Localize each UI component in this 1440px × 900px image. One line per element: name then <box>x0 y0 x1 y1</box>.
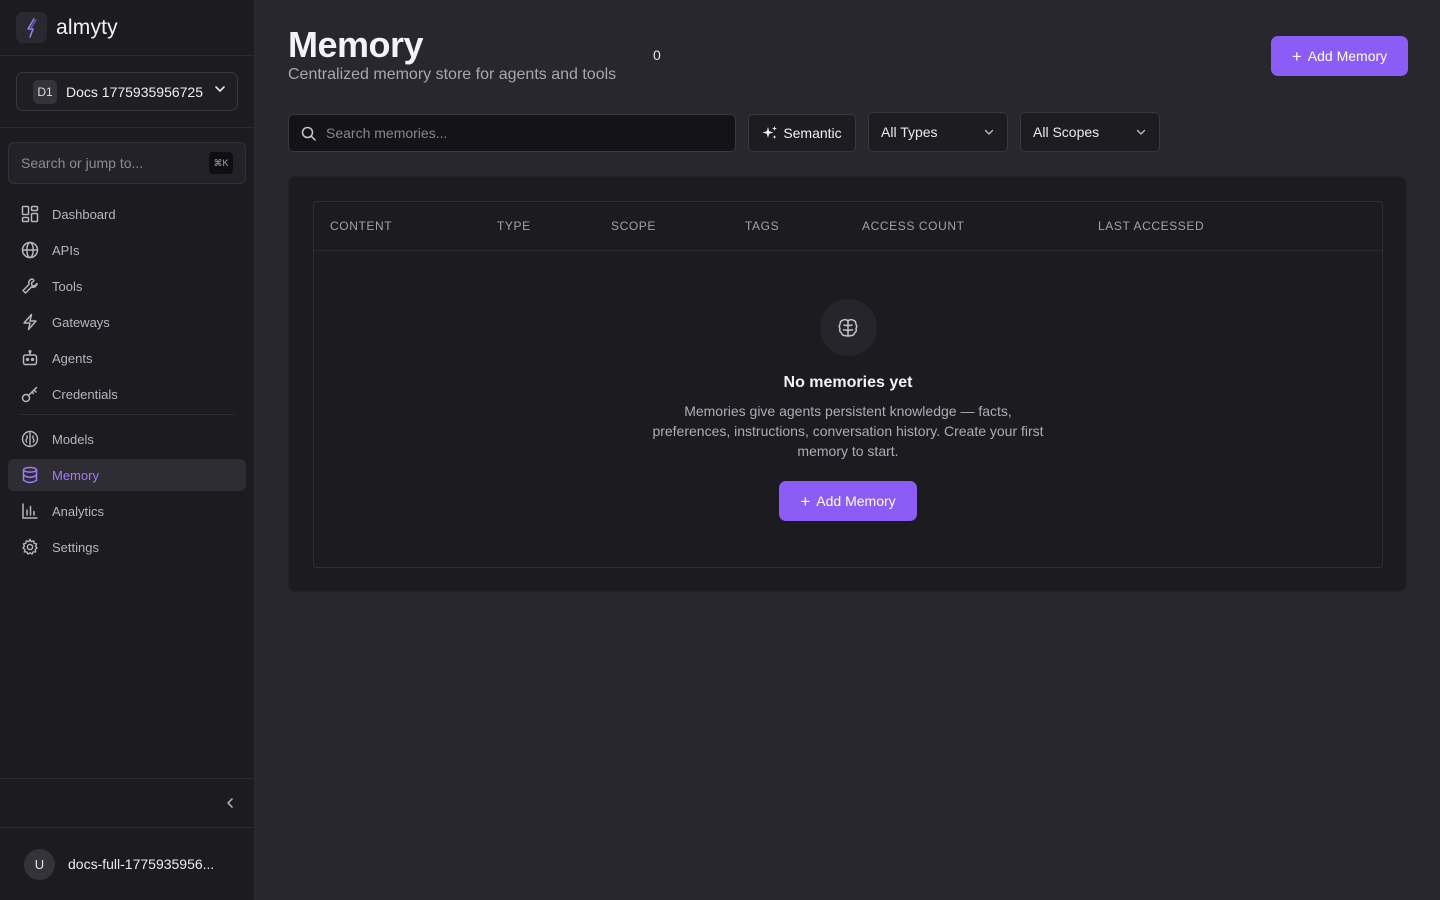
type-filter-value: All Types <box>881 124 938 140</box>
search-input[interactable] <box>326 125 723 141</box>
brain-icon <box>819 299 877 356</box>
shortcut-badge: ⌘K <box>209 152 233 174</box>
main-content: Memory Centralized memory store for agen… <box>255 0 1440 900</box>
sidebar-item-apis[interactable]: APIs <box>8 234 246 266</box>
sidebar: almyty D1 Docs 1775935956725 Search or j… <box>0 0 255 900</box>
sidebar-item-analytics[interactable]: Analytics <box>8 495 246 527</box>
column-header-type[interactable]: TYPE <box>497 219 531 233</box>
sidebar-item-memory[interactable]: Memory <box>8 459 246 491</box>
plus-icon: + <box>1291 46 1302 66</box>
chevron-down-icon <box>983 126 995 138</box>
user-name: docs-full-1775935956... <box>68 856 215 872</box>
memory-panel: CONTENT TYPE SCOPE TAGS ACCESS COUNT LAS… <box>288 176 1407 592</box>
collapse-sidebar-icon[interactable] <box>224 797 236 809</box>
bar-chart-icon <box>20 501 40 521</box>
column-header-content[interactable]: CONTENT <box>330 219 392 233</box>
add-memory-label: Add Memory <box>816 493 896 509</box>
sidebar-item-label: Settings <box>52 539 99 555</box>
sidebar-item-models[interactable]: Models <box>8 423 246 455</box>
sidebar-item-tools[interactable]: Tools <box>8 270 246 302</box>
sidebar-item-label: Analytics <box>52 503 105 519</box>
column-header-access-count[interactable]: ACCESS COUNT <box>862 219 965 233</box>
sidebar-item-label: Agents <box>52 350 93 366</box>
sidebar-item-gateways[interactable]: Gateways <box>8 306 246 338</box>
chevron-down-icon <box>1135 126 1147 138</box>
brand-name: almyty <box>56 15 118 39</box>
filter-toolbar: Semantic All Types All Scopes <box>288 112 1160 152</box>
memory-search <box>288 114 736 152</box>
memory-count: 0 <box>653 47 661 63</box>
org-switcher[interactable]: D1 Docs 1775935956725 <box>16 72 238 111</box>
org-name: Docs 1775935956725 <box>66 83 204 100</box>
chevron-down-icon <box>213 82 227 101</box>
scope-filter-value: All Scopes <box>1033 124 1100 140</box>
column-header-tags[interactable]: TAGS <box>745 219 779 233</box>
sidebar-search[interactable]: Search or jump to... ⌘K <box>8 142 246 184</box>
sidebar-search-placeholder: Search or jump to... <box>21 155 144 171</box>
add-memory-button[interactable]: + Add Memory <box>1271 36 1408 76</box>
memory-table: CONTENT TYPE SCOPE TAGS ACCESS COUNT LAS… <box>313 201 1383 568</box>
column-header-scope[interactable]: SCOPE <box>611 219 656 233</box>
user-menu[interactable]: U docs-full-1775935956... <box>0 828 254 900</box>
table-header: CONTENT TYPE SCOPE TAGS ACCESS COUNT LAS… <box>314 202 1382 251</box>
sidebar-collapse-row <box>0 778 254 828</box>
brand: almyty <box>0 0 254 56</box>
key-icon <box>20 384 40 404</box>
brain-icon <box>20 429 40 449</box>
org-badge: D1 <box>33 79 57 104</box>
gear-icon <box>20 537 40 557</box>
avatar: U <box>24 848 55 880</box>
robot-icon <box>20 348 40 368</box>
sidebar-item-label: Credentials <box>52 386 118 402</box>
semantic-label: Semantic <box>783 125 842 141</box>
plus-icon: + <box>800 491 811 511</box>
globe-icon <box>20 240 40 260</box>
semantic-toggle-button[interactable]: Semantic <box>748 114 856 152</box>
sidebar-item-label: Models <box>52 431 94 447</box>
type-filter-select[interactable]: All Types <box>868 112 1008 152</box>
database-icon <box>20 465 40 485</box>
sidebar-item-dashboard[interactable]: Dashboard <box>8 198 246 230</box>
lightning-icon <box>20 312 40 332</box>
empty-state: No memories yet Memories give agents per… <box>314 299 1382 521</box>
dashboard-icon <box>20 204 40 224</box>
page-subtitle: Centralized memory store for agents and … <box>288 66 617 83</box>
sidebar-item-label: Memory <box>52 467 99 483</box>
empty-state-title: No memories yet <box>783 374 913 391</box>
sidebar-item-label: Gateways <box>52 314 110 330</box>
sidebar-item-label: APIs <box>52 242 80 258</box>
column-header-last-accessed[interactable]: LAST ACCESSED <box>1098 219 1204 233</box>
sparkles-icon <box>762 125 778 141</box>
sidebar-item-agents[interactable]: Agents <box>8 342 246 374</box>
sidebar-item-label: Dashboard <box>52 206 116 222</box>
brand-logo-icon <box>16 12 47 43</box>
sidebar-item-credentials[interactable]: Credentials <box>8 378 246 410</box>
add-memory-label: Add Memory <box>1307 48 1388 64</box>
sidebar-item-label: Tools <box>52 278 83 294</box>
search-icon <box>301 126 316 141</box>
nav-divider <box>20 414 234 415</box>
empty-state-description: Memories give agents persistent knowledg… <box>652 403 1044 459</box>
add-memory-empty-button[interactable]: + Add Memory <box>779 481 917 521</box>
wrench-icon <box>20 276 40 296</box>
sidebar-nav: Dashboard APIs Tools Gateways Agents Cre… <box>0 198 254 563</box>
scope-filter-select[interactable]: All Scopes <box>1020 112 1160 152</box>
sidebar-item-settings[interactable]: Settings <box>8 531 246 563</box>
page-title: Memory <box>288 24 424 65</box>
